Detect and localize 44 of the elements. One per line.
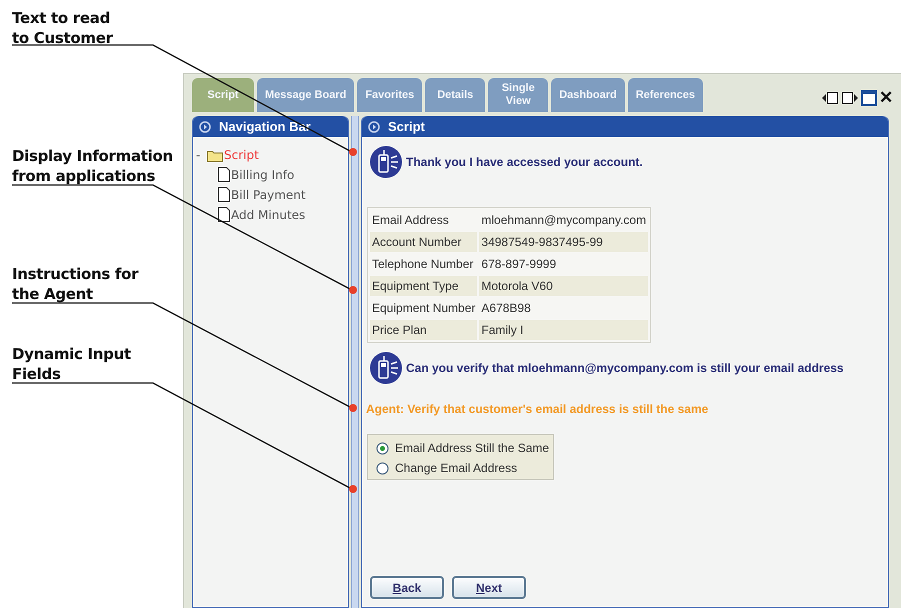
close-button[interactable]: ✕ [879, 90, 893, 106]
radio-label[interactable]: Change Email Address [395, 461, 518, 475]
folder-icon [207, 149, 223, 162]
callout-label: Display Information from applications [12, 146, 174, 186]
maximize-icon[interactable] [861, 90, 877, 106]
table-cell: Price Plan [370, 320, 478, 340]
table-cell: Account Number [370, 232, 478, 252]
radio-button[interactable] [376, 442, 389, 454]
callout-label: Dynamic Input Fields [12, 344, 132, 384]
tree-item[interactable]: Script [224, 148, 259, 162]
previous-icon[interactable] [821, 90, 839, 106]
agent-instruction: Agent: Verify that customer's email address is still the same [366, 402, 708, 416]
play-icon [368, 120, 380, 132]
play-icon [199, 120, 211, 132]
callout-label: Instructions for the Agent [12, 264, 140, 304]
panel-title: Script [388, 119, 425, 134]
table-cell-text: Equipment Number [371, 300, 476, 317]
nav-button[interactable]: Back [370, 576, 444, 599]
phone-icon [370, 146, 402, 178]
radio-button[interactable] [376, 462, 389, 474]
table-cell-text: Telephone Number [371, 256, 474, 273]
tree-item[interactable]: Bill Payment [231, 188, 306, 202]
script-message: Thank you I have accessed your account. [406, 155, 643, 169]
callout-label: Text to read to Customer [12, 8, 114, 48]
table-cell: Family I [479, 320, 648, 340]
radio-label[interactable]: Email Address Still the Same [395, 441, 550, 455]
page-icon [218, 187, 230, 202]
table-cell-text: Email Address [371, 212, 450, 229]
script-message: Can you verify that mloehmann@mycompany.com is still your email address [406, 361, 844, 375]
page-icon [218, 167, 230, 182]
table-cell: Equipment Type [370, 276, 478, 296]
table-cell: 34987549-9837495-99 [479, 232, 648, 252]
nav-button[interactable]: Next [452, 576, 526, 599]
phone-icon [370, 352, 402, 384]
splitter-bar[interactable] [351, 116, 359, 608]
table-cell-text: 678-897-9999 [480, 256, 558, 273]
tree-item[interactable]: Add Minutes [231, 208, 306, 222]
collapse-toggle[interactable]: - [196, 148, 206, 162]
tree-item[interactable]: Billing Info [231, 168, 294, 182]
page-icon [218, 207, 230, 222]
next-icon[interactable] [841, 90, 859, 106]
table-cell-text: A678B98 [480, 300, 532, 317]
table-cell: Motorola V60 [479, 276, 648, 296]
table-cell-text: mloehmann@mycompany.com [480, 212, 648, 229]
